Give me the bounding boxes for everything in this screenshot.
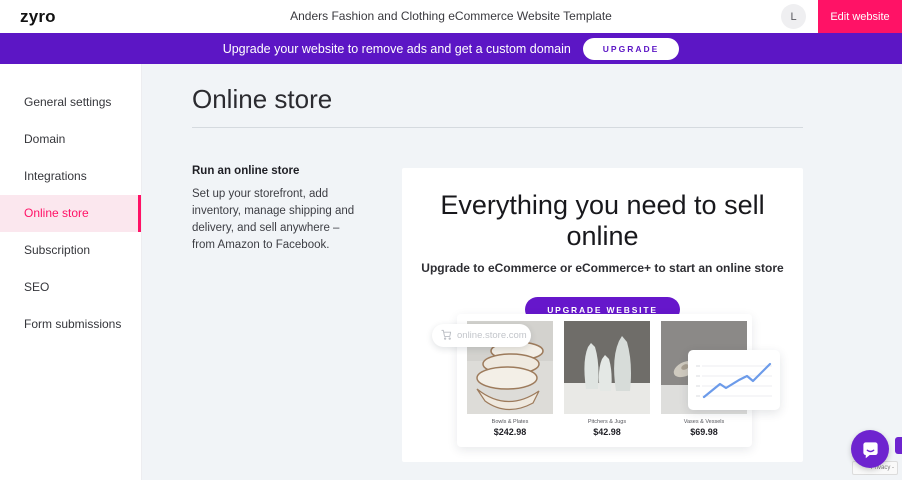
top-bar: zyro Anders Fashion and Clothing eCommer… [0, 0, 902, 33]
sidebar-item-seo[interactable]: SEO [0, 269, 141, 306]
site-title: Anders Fashion and Clothing eCommerce We… [0, 0, 902, 33]
product-name: Vases & Vessels [661, 419, 747, 425]
page-title: Online store [192, 84, 332, 115]
sidebar-item-integrations[interactable]: Integrations [0, 158, 141, 195]
intro-text: Run an online store Set up your storefro… [192, 165, 360, 254]
product-name: Pitchers & Jugs [564, 419, 650, 425]
product-price: $42.98 [564, 427, 650, 437]
sidebar-item-domain[interactable]: Domain [0, 121, 141, 158]
product-price: $69.98 [661, 427, 747, 437]
settings-sidebar: General settings Domain Integrations Onl… [0, 64, 142, 480]
promo-heading: Everything you need to sell online [402, 190, 803, 252]
upgrade-banner-text: Upgrade your website to remove ads and g… [223, 42, 571, 56]
sidebar-item-general-settings[interactable]: General settings [0, 84, 141, 121]
divider [192, 127, 803, 128]
store-url-text: online.store.com [457, 330, 527, 341]
store-url-pill: online.store.com [432, 324, 531, 347]
sidebar-item-form-submissions[interactable]: Form submissions [0, 306, 141, 343]
account-avatar[interactable]: L [781, 4, 806, 29]
intro-heading: Run an online store [192, 165, 360, 177]
pitchers-photo [564, 321, 650, 414]
main-content: Online store Run an online store Set up … [142, 64, 902, 480]
intro-body: Set up your storefront, add inventory, m… [192, 186, 360, 254]
sidebar-item-online-store[interactable]: Online store [0, 195, 141, 232]
product-name: Bowls & Plates [467, 419, 553, 425]
upgrade-button[interactable]: UPGRADE [583, 38, 680, 60]
product-price: $242.98 [467, 427, 553, 437]
app-root: zyro Anders Fashion and Clothing eCommer… [0, 0, 902, 480]
sales-chart-card [688, 350, 780, 410]
edit-website-button[interactable]: Edit website [818, 0, 902, 33]
promo-card: Everything you need to sell online Upgra… [402, 168, 803, 462]
sales-chart [694, 356, 774, 406]
pitchers-illustration [564, 321, 650, 414]
widget-edge-tab[interactable] [895, 437, 902, 454]
chat-launcher-button[interactable] [851, 430, 889, 468]
chat-bubble-icon [861, 440, 880, 459]
cart-icon [441, 327, 452, 345]
sidebar-item-subscription[interactable]: Subscription [0, 232, 141, 269]
promo-subheading: Upgrade to eCommerce or eCommerce+ to st… [402, 261, 803, 275]
upgrade-banner: Upgrade your website to remove ads and g… [0, 33, 902, 64]
product-card: Pitchers & Jugs $42.98 [564, 321, 650, 447]
